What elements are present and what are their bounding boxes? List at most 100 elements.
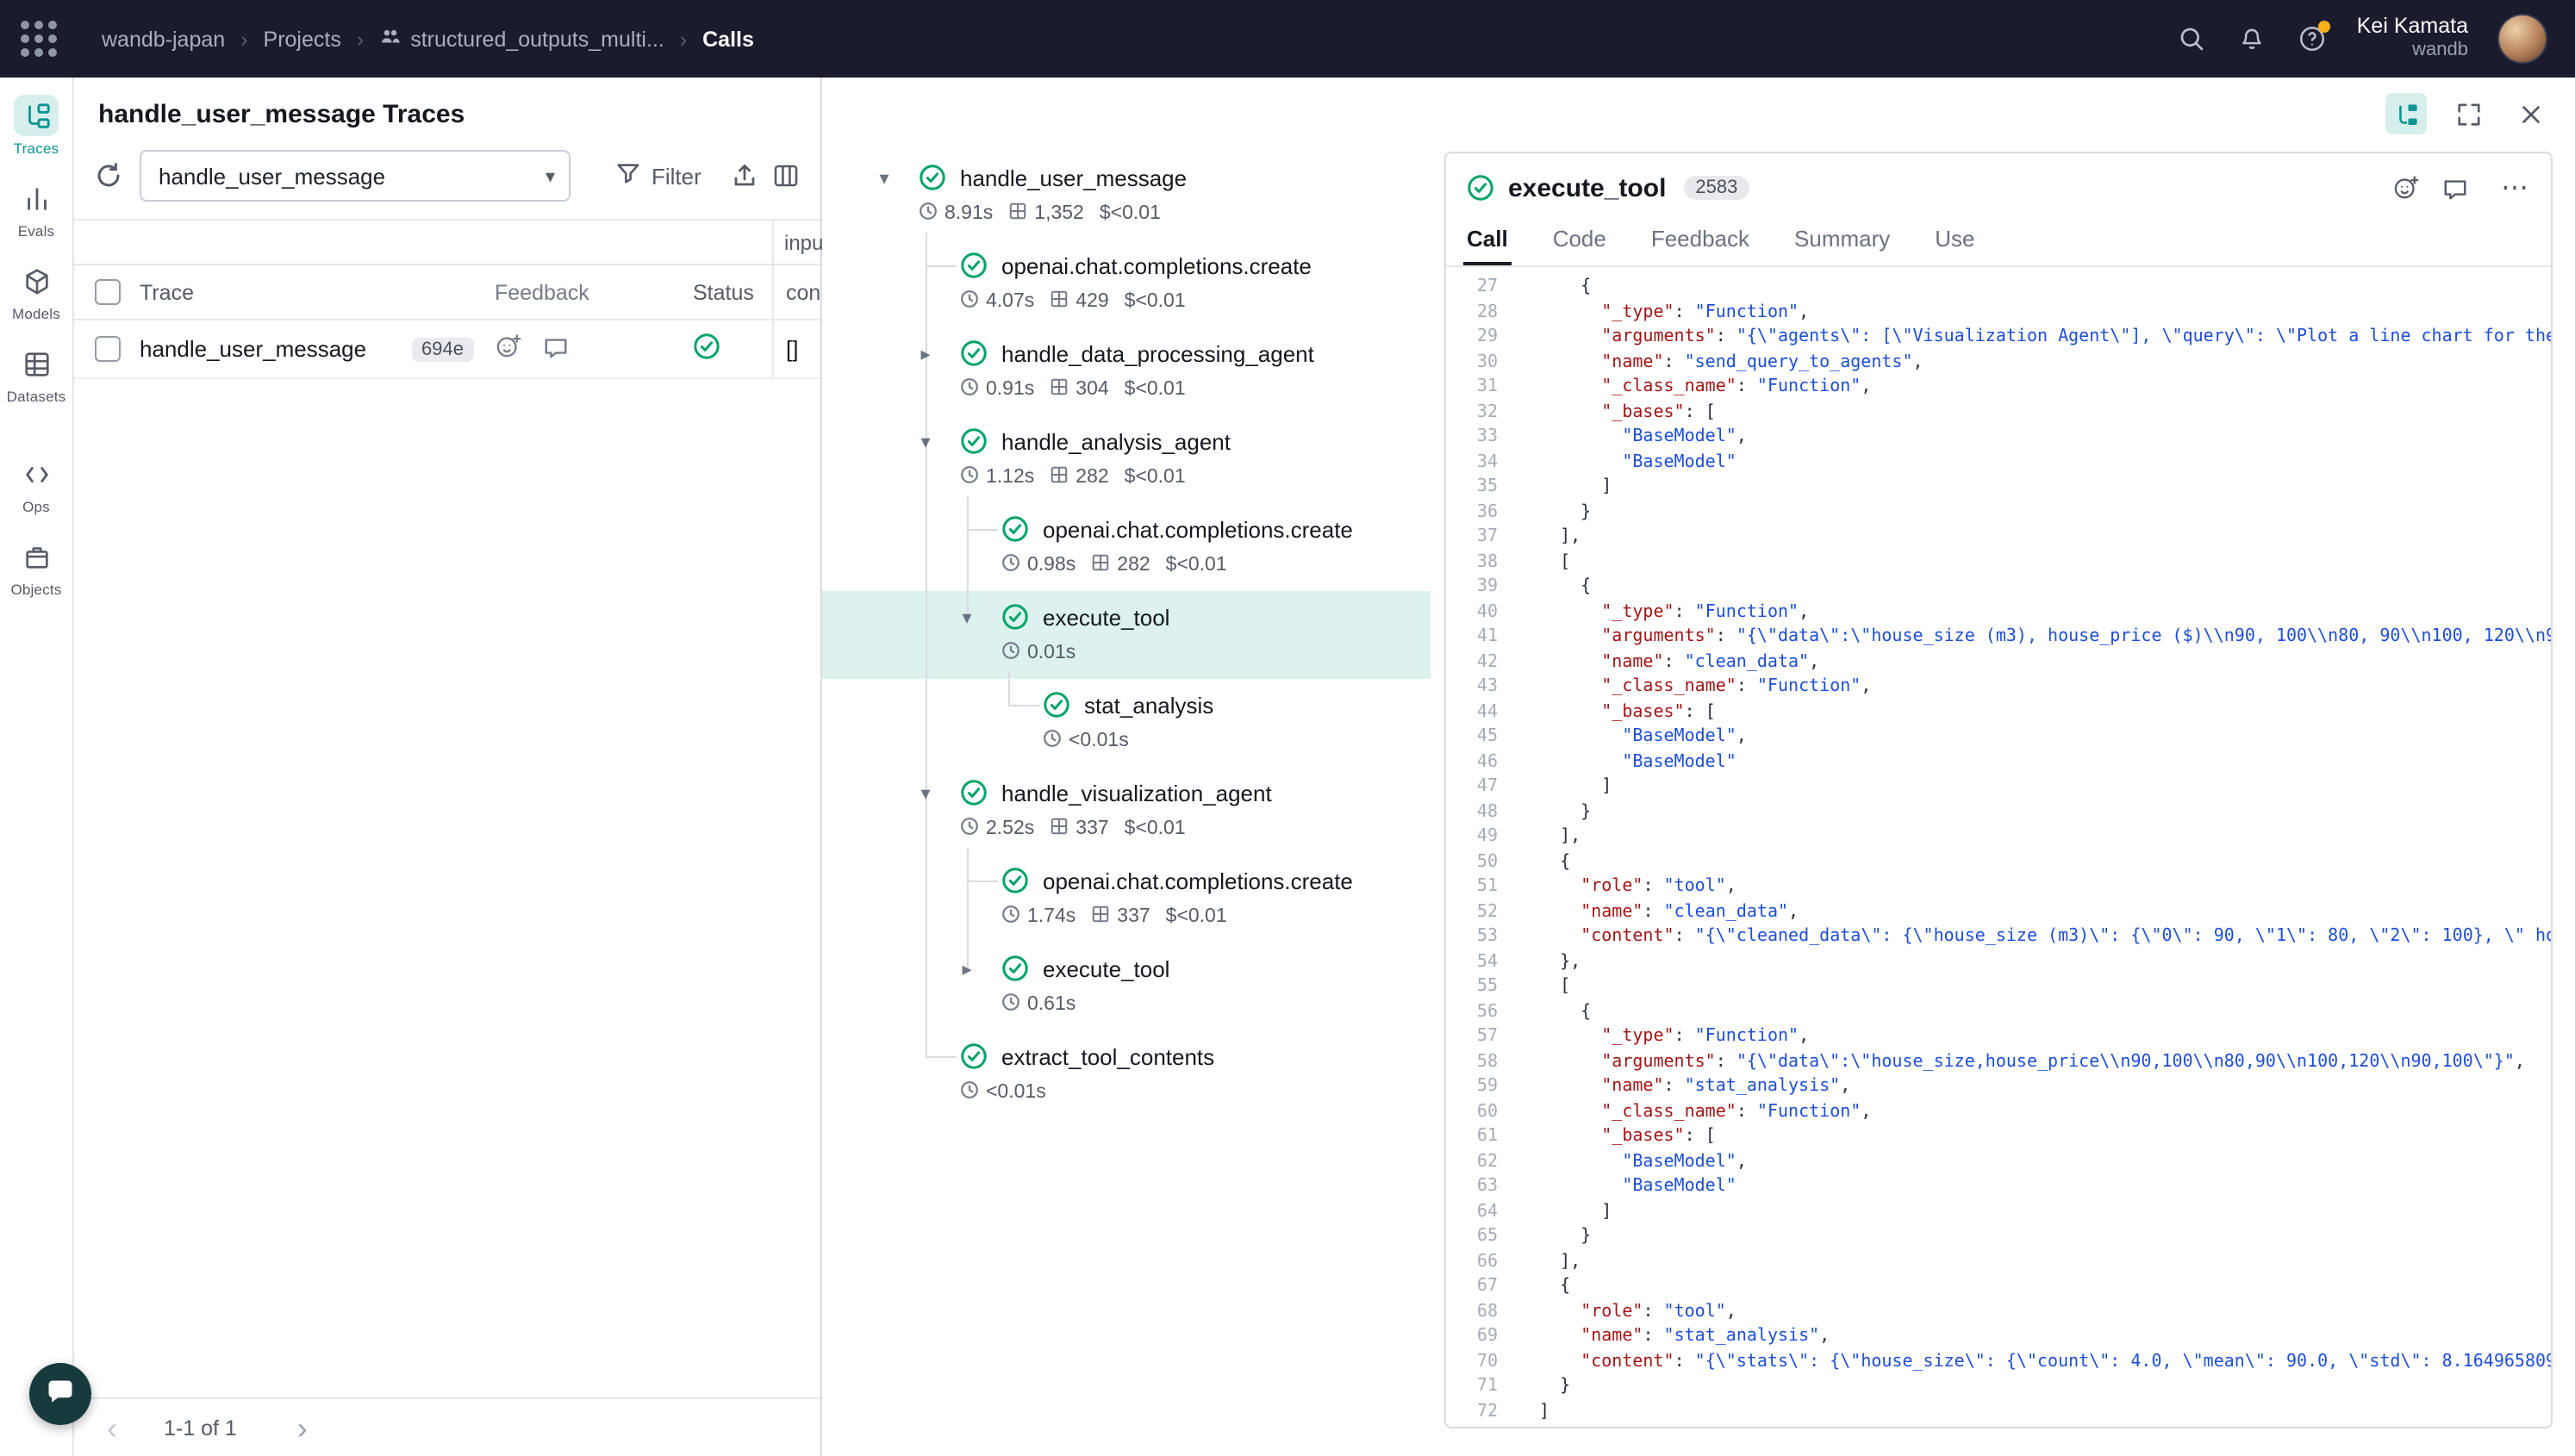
trace-tree-node[interactable]: ▾handle_analysis_agent1.12s282$<0.01 — [822, 415, 1431, 503]
call-count-badge[interactable]: 2583 — [1683, 176, 1749, 200]
status-success-icon — [1001, 867, 1029, 894]
add-emoji-icon[interactable] — [2392, 174, 2420, 202]
trace-tree-node[interactable]: ▾ handle_user_message 8.91s1,352$<0.01 — [822, 152, 1431, 240]
code-line: 46 "BaseModel" — [1446, 750, 2551, 775]
chat-fab-button[interactable] — [29, 1363, 91, 1425]
fullscreen-button[interactable] — [2447, 93, 2489, 134]
trace-tree-node[interactable]: ▸execute_tool0.61s — [822, 943, 1431, 1030]
code-line: 61 "_bases": [ — [1446, 1125, 2551, 1150]
chevron-down-icon[interactable]: ▾ — [912, 430, 939, 452]
breadcrumb-entity[interactable]: wandb-japan — [102, 27, 225, 51]
cost-stat: $<0.01 — [1125, 818, 1186, 838]
traces-toolbar: handle_user_message ▾ Filter — [74, 129, 820, 219]
select-all-checkbox[interactable] — [94, 279, 120, 305]
breadcrumb-project[interactable]: structured_outputs_multi... — [379, 25, 664, 53]
line-number: 43 — [1446, 675, 1498, 700]
tab-code[interactable]: Code — [1549, 217, 1610, 265]
sidebar-item-label: Models — [12, 305, 60, 322]
sidebar-item-label: Traces — [14, 140, 59, 157]
code-line: 50 { — [1446, 850, 2551, 875]
sidebar-item-ops[interactable]: Ops — [0, 453, 73, 515]
line-number: 27 — [1446, 276, 1498, 301]
toggle-tree-view-button[interactable] — [2385, 93, 2427, 134]
tab-use[interactable]: Use — [1931, 217, 1978, 265]
chevron-right-icon[interactable]: ▸ — [912, 342, 939, 364]
code-line: 42 "name": "clean_data", — [1446, 650, 2551, 675]
line-number: 52 — [1446, 900, 1498, 925]
help-icon[interactable] — [2297, 23, 2328, 54]
manage-columns-button[interactable] — [765, 153, 807, 198]
trace-tree-node[interactable]: ▾execute_tool0.01s — [822, 591, 1431, 679]
traces-table: inputs Trace Feedback Status conver... h… — [74, 219, 820, 379]
chevron-down-icon[interactable]: ▾ — [912, 781, 939, 804]
export-button[interactable] — [724, 153, 765, 198]
left-rail: Traces Evals Models Datasets Ops Objects — [0, 78, 74, 1456]
overflow-menu-icon[interactable]: ⋯ — [2501, 171, 2530, 205]
op-filter-dropdown[interactable]: handle_user_message ▾ — [140, 150, 570, 202]
trace-tree-node[interactable]: openai.chat.completions.create0.98s282$<… — [822, 503, 1431, 591]
close-panel-button[interactable] — [2510, 93, 2551, 134]
code-viewer[interactable]: 27 {28 "_type": "Function",29 "arguments… — [1446, 267, 2551, 1427]
trace-node-label: stat_analysis — [1084, 692, 1213, 718]
sidebar-item-evals[interactable]: Evals — [0, 177, 73, 240]
trace-tree-node[interactable]: openai.chat.completions.create4.07s429$<… — [822, 240, 1431, 327]
trace-tree-node[interactable]: ▸handle_data_processing_agent0.91s304$<0… — [822, 327, 1431, 415]
comment-icon[interactable] — [543, 333, 569, 364]
tab-call[interactable]: Call — [1463, 217, 1512, 265]
line-number: 61 — [1446, 1125, 1498, 1150]
chevron-down-icon[interactable]: ▾ — [953, 606, 981, 628]
tokens-stat-icon — [1091, 552, 1110, 576]
tab-summary[interactable]: Summary — [1791, 217, 1893, 265]
row-checkbox[interactable] — [94, 336, 120, 362]
breadcrumb-page: Calls — [702, 27, 754, 51]
notifications-bell-icon[interactable] — [2236, 23, 2267, 54]
trace-tree-node[interactable]: extract_tool_contents<0.01s — [822, 1030, 1431, 1118]
wandb-logo[interactable] — [21, 21, 57, 57]
code-line: 67 { — [1446, 1275, 2551, 1300]
add-emoji-icon[interactable] — [495, 333, 522, 365]
trace-node-stats: 8.91s1,352$<0.01 — [870, 196, 1431, 229]
trace-tree-node[interactable]: stat_analysis<0.01s — [822, 679, 1431, 767]
duration-stat-icon — [1001, 552, 1020, 576]
trace-name[interactable]: handle_user_message — [140, 336, 366, 362]
code-line: 29 "arguments": "{\"agents\": [\"Visuali… — [1446, 326, 2551, 351]
tab-feedback[interactable]: Feedback — [1648, 217, 1753, 265]
refresh-button[interactable] — [88, 153, 129, 198]
comment-icon[interactable] — [2442, 175, 2468, 201]
chevron-down-icon[interactable]: ▾ — [870, 166, 898, 189]
tokens-stat: 337 — [1091, 904, 1150, 928]
notification-dot — [2319, 20, 2331, 32]
duration-stat: 0.91s — [960, 376, 1034, 401]
weave-app: wandb-japan › Projects › structured_outp… — [0, 0, 2575, 1456]
sidebar-item-objects[interactable]: Objects — [0, 536, 73, 598]
prev-page-button[interactable]: ‹ — [91, 1407, 133, 1448]
trace-tree-node[interactable]: ▾handle_visualization_agent2.52s337$<0.0… — [822, 767, 1431, 855]
filter-button[interactable]: Filter — [598, 150, 719, 202]
avatar[interactable] — [2497, 14, 2547, 64]
chevron-right-icon[interactable]: ▸ — [953, 957, 981, 980]
breadcrumb-projects[interactable]: Projects — [264, 27, 341, 51]
trace-node-label: handle_user_message — [960, 165, 1187, 190]
line-number: 41 — [1446, 625, 1498, 650]
line-number: 68 — [1446, 1300, 1498, 1325]
status-success-icon — [1043, 691, 1070, 719]
sidebar-item-traces[interactable]: Traces — [0, 95, 73, 157]
code-line: 52 "name": "clean_data", — [1446, 900, 2551, 925]
line-number: 40 — [1446, 600, 1498, 625]
tokens-stat: 1,352 — [1008, 201, 1084, 225]
next-page-button[interactable]: › — [282, 1407, 323, 1448]
team-icon — [379, 25, 402, 53]
code-line: 54 }, — [1446, 950, 2551, 975]
trace-node-label: openai.chat.completions.create — [1043, 868, 1353, 893]
objects-icon — [14, 536, 59, 577]
sidebar-item-datasets[interactable]: Datasets — [0, 343, 73, 405]
table-row[interactable]: handle_user_message 694e [] — [74, 320, 820, 379]
status-success-icon — [1001, 515, 1029, 543]
search-icon[interactable] — [2176, 23, 2207, 54]
user-menu[interactable]: Kei Kamata wandb — [2357, 15, 2468, 63]
trace-tree-node[interactable]: openai.chat.completions.create1.74s337$<… — [822, 855, 1431, 943]
pagination-label: 1-1 of 1 — [164, 1416, 237, 1440]
view-controls — [2385, 93, 2551, 134]
sidebar-item-models[interactable]: Models — [0, 260, 73, 322]
code-line: 30 "name": "send_query_to_agents", — [1446, 351, 2551, 376]
